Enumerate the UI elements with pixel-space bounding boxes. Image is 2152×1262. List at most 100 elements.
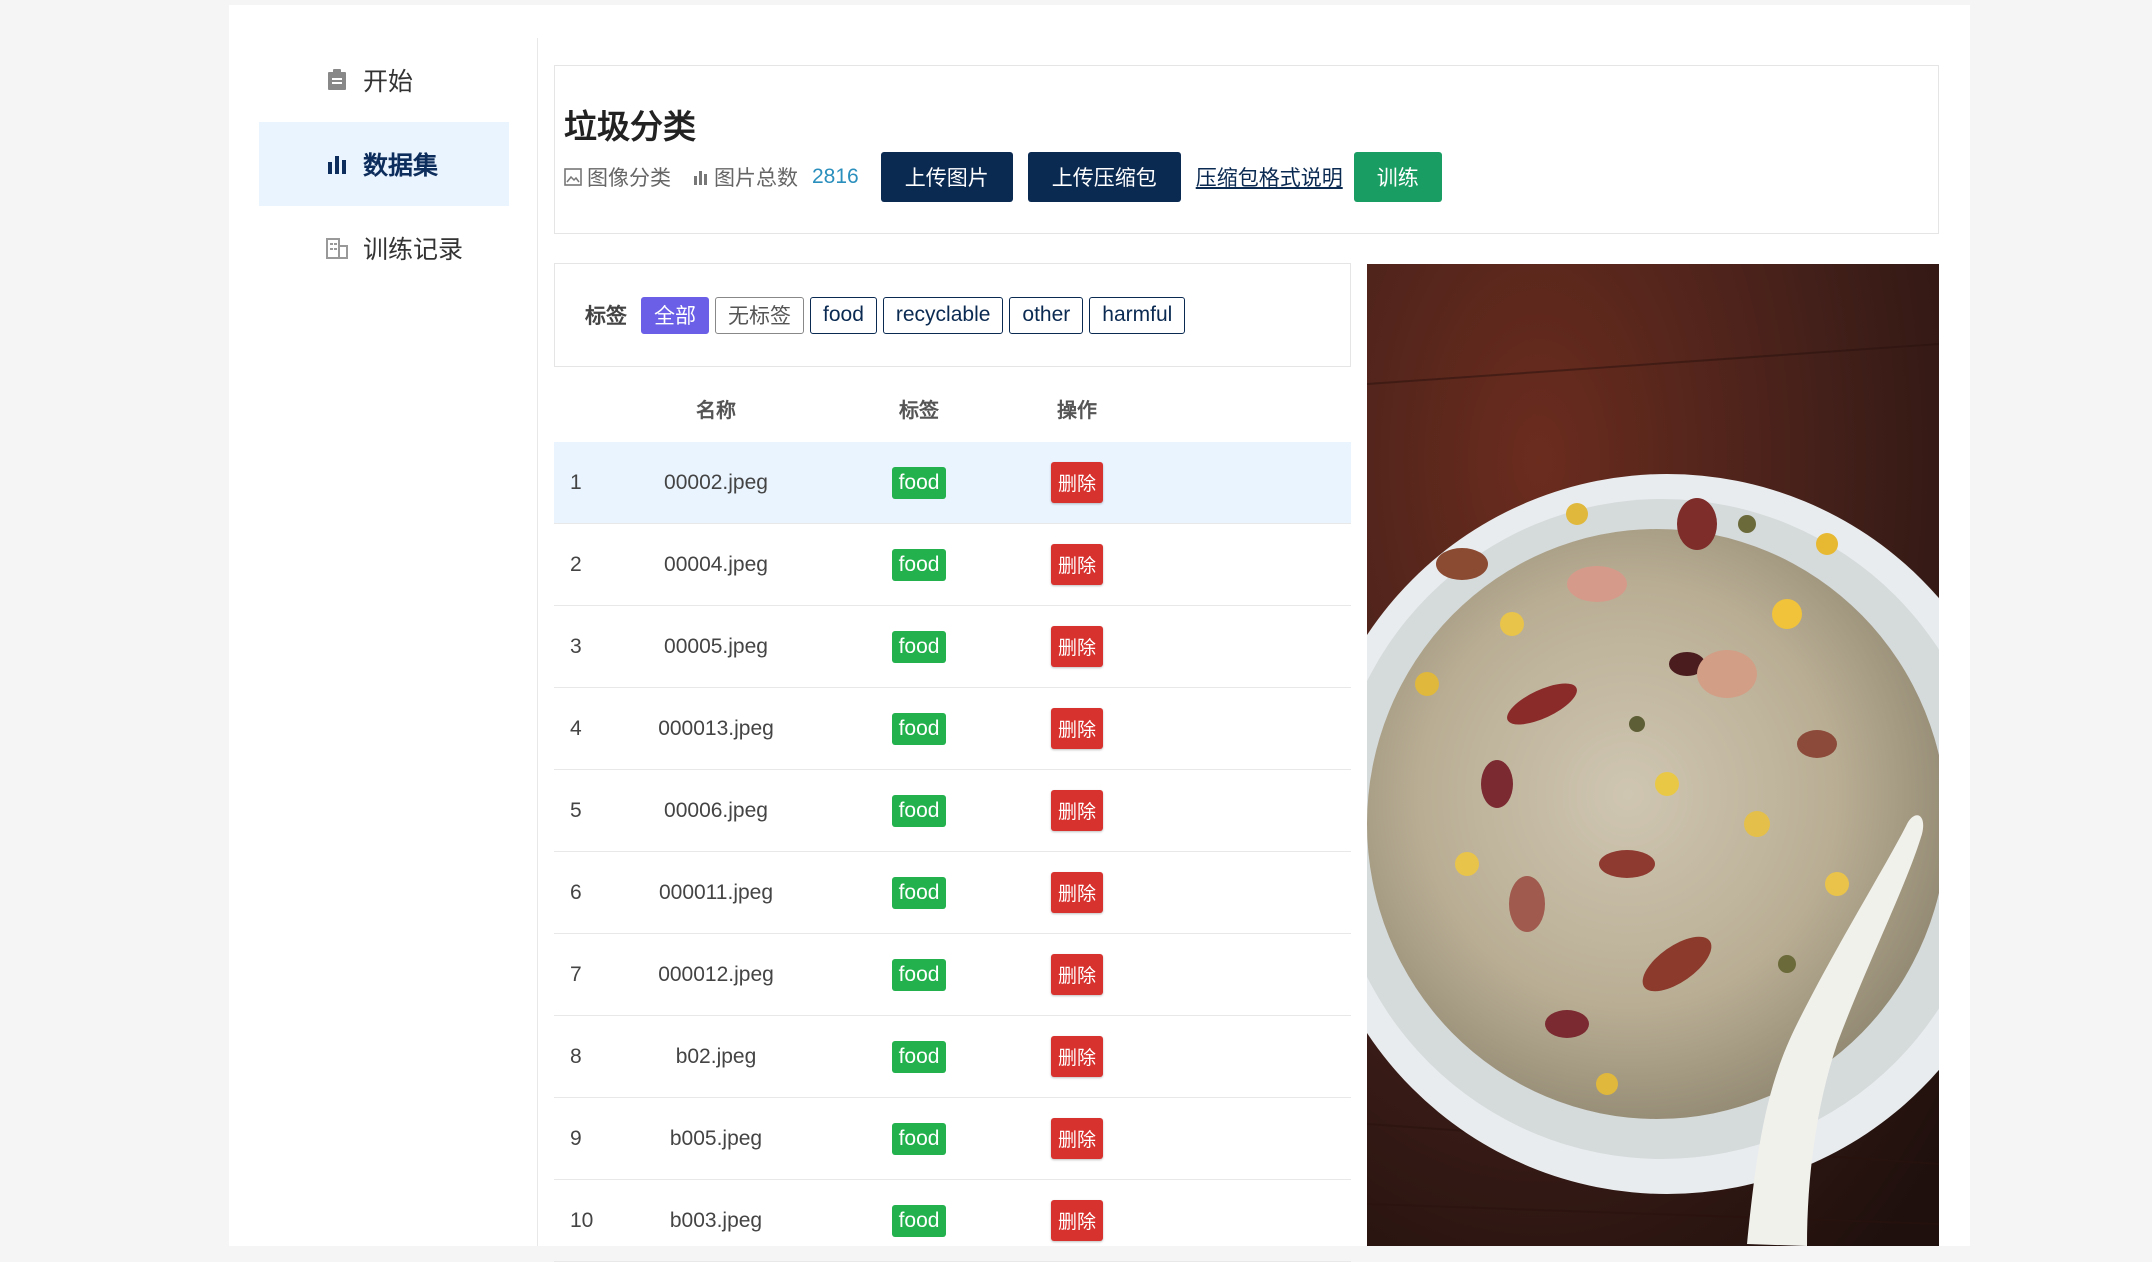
zip-format-link[interactable]: 压缩包格式说明 — [1196, 162, 1343, 192]
dataset-type-label: 图像分类 — [587, 167, 671, 190]
row-tag-badge: food — [891, 466, 947, 499]
upload-zip-button[interactable]: 上传压缩包 — [1027, 152, 1181, 202]
table-row[interactable]: 5 00006.jpeg food 删除 — [554, 770, 1351, 852]
table-row[interactable]: 8 b02.jpeg food 删除 — [554, 1016, 1351, 1098]
row-tag-badge: food — [891, 958, 947, 991]
delete-button[interactable]: 删除 — [1050, 872, 1103, 913]
image-total: 图片总数 — [693, 162, 798, 192]
row-tag-cell: food — [806, 712, 1032, 745]
row-index: 1 — [570, 470, 582, 494]
row-action-cell: 删除 — [1032, 790, 1122, 831]
row-action-cell: 删除 — [1032, 462, 1122, 503]
filter-chip-all[interactable]: 全部 — [641, 296, 709, 334]
sidebar-item-training-records[interactable]: 训练记录 — [259, 206, 509, 290]
row-index: 9 — [570, 1126, 582, 1150]
delete-button[interactable]: 删除 — [1050, 708, 1103, 749]
table-row[interactable]: 7 000012.jpeg food 删除 — [554, 934, 1351, 1016]
row-tag-cell: food — [806, 466, 1032, 499]
row-tag-cell: food — [806, 630, 1032, 663]
row-index: 7 — [570, 962, 582, 986]
row-tag-cell: food — [806, 876, 1032, 909]
row-file-name: b003.jpeg — [669, 1208, 763, 1232]
delete-button[interactable]: 删除 — [1050, 954, 1103, 995]
delete-button[interactable]: 删除 — [1050, 1036, 1103, 1077]
row-tag-cell: food — [806, 548, 1032, 581]
sidebar-item-label: 数据集 — [363, 152, 439, 180]
delete-button[interactable]: 删除 — [1050, 1118, 1103, 1159]
table-row[interactable]: 1 00002.jpeg food 删除 — [554, 442, 1351, 524]
sidebar: 开始 数据集 训练记录 — [229, 38, 538, 1246]
delete-button[interactable]: 删除 — [1050, 626, 1103, 667]
row-index: 3 — [570, 634, 582, 658]
row-tag-badge: food — [891, 794, 947, 827]
row-index: 8 — [570, 1044, 582, 1068]
row-file-name: 000011.jpeg — [658, 880, 774, 904]
row-tag-badge: food — [891, 548, 947, 581]
filter-chip-unlabeled[interactable]: 无标签 — [715, 296, 804, 334]
filter-chip-other[interactable]: other — [1009, 296, 1084, 334]
row-file-name: 00002.jpeg — [664, 470, 768, 494]
train-button[interactable]: 训练 — [1353, 152, 1442, 202]
table-row[interactable]: 2 00004.jpeg food 删除 — [554, 524, 1351, 606]
sidebar-item-label: 开始 — [363, 68, 414, 96]
dataset-meta-row: 图像分类 图片总数 2816 上传图片 上传压缩包 压缩包格式说明 训练 — [564, 152, 1442, 202]
bar-chart-icon — [325, 152, 349, 176]
app-container: 开始 数据集 训练记录 垃圾分类 图像分类 图片总数 2816 上传图片 上传压… — [229, 5, 1970, 1262]
row-action-cell: 删除 — [1032, 1200, 1122, 1241]
row-tag-badge: food — [891, 1040, 947, 1073]
filter-label: 标签 — [585, 305, 627, 328]
porridge-bowl-photo — [1367, 264, 1939, 1246]
row-action-cell: 删除 — [1032, 544, 1122, 585]
table-row[interactable]: 9 b005.jpeg food 删除 — [554, 1098, 1351, 1180]
image-total-count: 2816 — [812, 165, 859, 188]
delete-button[interactable]: 删除 — [1050, 1200, 1103, 1241]
delete-button[interactable]: 删除 — [1050, 790, 1103, 831]
row-tag-cell: food — [806, 1040, 1032, 1073]
row-tag-badge: food — [891, 876, 947, 909]
image-table: 名称 标签 操作 1 00002.jpeg food 删除 2 00004.jpeg foo… — [554, 375, 1351, 1262]
row-action-cell: 删除 — [1032, 708, 1122, 749]
row-action-cell: 删除 — [1032, 872, 1122, 913]
dataset-header-card: 垃圾分类 图像分类 图片总数 2816 上传图片 上传压缩包 压缩包格式说明 训… — [554, 65, 1939, 234]
dataset-type: 图像分类 — [564, 162, 671, 192]
row-tag-badge: food — [891, 630, 947, 663]
table-row[interactable]: 6 000011.jpeg food 删除 — [554, 852, 1351, 934]
table-row[interactable]: 4 000013.jpeg food 删除 — [554, 688, 1351, 770]
row-file-name: 000012.jpeg — [658, 962, 774, 986]
row-file-name: 000013.jpeg — [658, 716, 774, 740]
row-tag-cell: food — [806, 1122, 1032, 1155]
row-tag-badge: food — [891, 1122, 947, 1155]
sidebar-item-start[interactable]: 开始 — [259, 38, 509, 122]
row-file-name: 00006.jpeg — [664, 798, 768, 822]
building-icon — [325, 236, 349, 260]
filter-chip-harmful[interactable]: harmful — [1089, 296, 1186, 334]
label-filter-card: 标签 全部 无标签 food recyclable other harmful — [554, 263, 1351, 367]
sidebar-item-label: 训练记录 — [363, 236, 464, 264]
table-row[interactable]: 10 b003.jpeg food 删除 — [554, 1180, 1351, 1262]
row-action-cell: 删除 — [1032, 1036, 1122, 1077]
row-file-name: 00005.jpeg — [664, 634, 768, 658]
table-body: 1 00002.jpeg food 删除 2 00004.jpeg food 删除 3 00005… — [554, 442, 1351, 1262]
row-tag-badge: food — [891, 1204, 947, 1237]
row-index: 4 — [570, 716, 582, 740]
header-name: 名称 — [696, 400, 736, 422]
filter-chip-food[interactable]: food — [810, 296, 877, 334]
table-row[interactable]: 3 00005.jpeg food 删除 — [554, 606, 1351, 688]
row-file-name: 00004.jpeg — [664, 552, 768, 576]
header-tag: 标签 — [899, 400, 939, 422]
row-tag-cell: food — [806, 958, 1032, 991]
row-action-cell: 删除 — [1032, 1118, 1122, 1159]
upload-image-button[interactable]: 上传图片 — [880, 152, 1013, 202]
bar-chart-icon — [694, 171, 707, 185]
header-action: 操作 — [1057, 400, 1097, 422]
delete-button[interactable]: 删除 — [1050, 544, 1103, 585]
delete-button[interactable]: 删除 — [1050, 462, 1103, 503]
row-action-cell: 删除 — [1032, 954, 1122, 995]
row-tag-cell: food — [806, 1204, 1032, 1237]
image-preview — [1367, 264, 1939, 1246]
row-file-name: b005.jpeg — [669, 1126, 763, 1150]
row-tag-cell: food — [806, 794, 1032, 827]
filter-chip-recyclable[interactable]: recyclable — [882, 296, 1004, 334]
sidebar-item-dataset[interactable]: 数据集 — [259, 122, 509, 206]
row-index: 5 — [570, 798, 582, 822]
